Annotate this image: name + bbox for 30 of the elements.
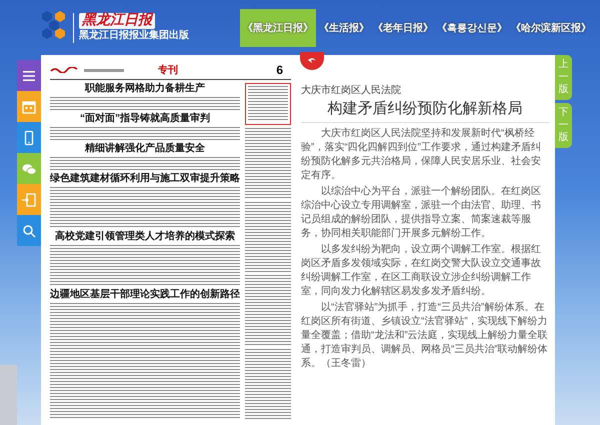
- back-button[interactable]: [300, 52, 324, 70]
- building-drawing: [0, 365, 17, 425]
- highlighted-article[interactable]: [245, 83, 291, 125]
- article-source: 大庆市红岗区人民法院: [301, 84, 402, 97]
- back-arrow-icon: [306, 56, 318, 66]
- article-paragraph: 以综治中心为平台，派驻一个解纷团队。在红岗区综治中心设立专用调解室，派驻一个由法官、助理、书记员组成的解纷团队，提供指导立案、简案速裁等服务，协同相关职能部门开展多元解纷工作。: [301, 185, 542, 241]
- calendar-icon[interactable]: [21, 98, 37, 114]
- newspaper-headline[interactable]: 绿色建筑建材循环利用与施工双审提升策略: [50, 173, 240, 185]
- article-paragraph: 大庆市红岗区人民法院坚持和发展新时代“枫桥经验”，落实“四化四解四到位”工作要求，通过构建矛盾纠纷预防化解多元共治格局，保障人民安居乐业、社会安定有序。: [301, 127, 542, 183]
- date-line-drawing: [84, 68, 124, 72]
- text-column-drawing: [248, 86, 288, 122]
- newspaper-tab[interactable]: 《老年日报》: [372, 16, 434, 38]
- article-paragraph: 以“法官驿站”为抓手，打造“三员共治”解纷体系。在红岗区所有街道、乡镇设立“法官驿站”，实现线下解纷力量全覆盖；借助“龙法和”云法庭，实现线上解纷力量全联通，打造审判员、调解员、网格员“三员共治”联动解纷体系。（王冬雷）: [301, 301, 549, 371]
- article-title: 构建矛盾纠纷预防化解新格局: [301, 99, 549, 123]
- article-paragraph: 以多发纠纷为靶向，设立两个调解工作室。根据红岗区矛盾多发领域实际，在红岗交警大队设立交通事故纠纷调解工作室，在区工商联设立涉企纠纷调解工作室，同向发力化解辖区易发多发矛盾纠纷。: [301, 243, 542, 299]
- section-title: 专刊: [158, 64, 178, 77]
- search-icon[interactable]: [21, 222, 37, 238]
- document-arrow-icon[interactable]: [21, 192, 37, 208]
- newspaper-headline[interactable]: 边疆地区基层干部理论实践工作的创新路径: [50, 289, 240, 301]
- newspaper-tab[interactable]: 《흑룡강신문》: [436, 16, 508, 38]
- masthead-logo-icon: [50, 67, 78, 73]
- newspaper-headline[interactable]: 职能服务网格助力备耕生产: [50, 83, 240, 95]
- logo-title: 黑龙江日报: [79, 13, 155, 29]
- newspaper-headline[interactable]: 高校党建引领管理类人才培养的模式探索: [50, 231, 240, 243]
- logo-subtitle: 黑龙江日报报业集团出版: [79, 29, 189, 42]
- newspaper-tab[interactable]: 《哈尔滨新区报》: [510, 16, 592, 38]
- newspaper-headline[interactable]: “面对面”指导铸就高质量审判: [50, 113, 240, 125]
- newspaper-headline[interactable]: 精细讲解强化产品质量安全: [50, 143, 240, 155]
- newspaper-tab[interactable]: 《生活报》: [318, 16, 370, 38]
- page-number: 6: [276, 63, 283, 77]
